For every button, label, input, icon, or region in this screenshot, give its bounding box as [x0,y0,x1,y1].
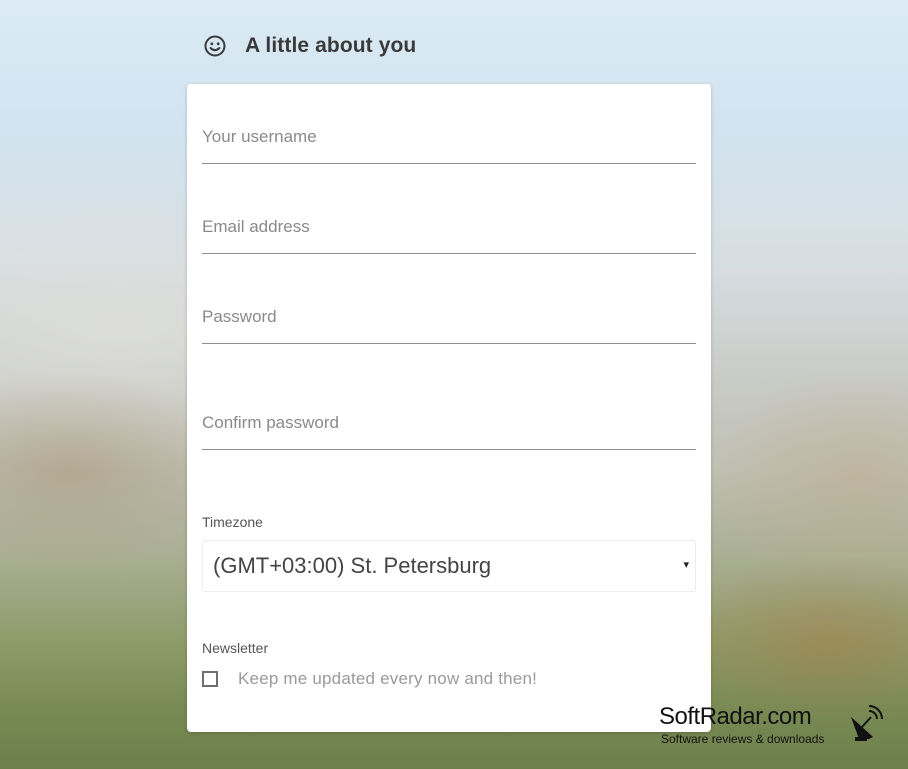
timezone-select[interactable]: (GMT+03:00) St. Petersburg ▾ [202,540,696,592]
watermark: SoftRadar.com Software reviews & downloa… [659,703,891,747]
timezone-label: Timezone [202,514,263,530]
confirm-password-input[interactable] [202,411,696,435]
timezone-selected-value: (GMT+03:00) St. Petersburg [213,553,492,578]
username-field-wrapper [202,125,696,164]
satellite-dish-icon [851,705,883,741]
confirm-password-field-wrapper [202,411,696,450]
newsletter-checkbox[interactable] [202,671,218,687]
page-title: A little about you [245,34,417,57]
password-input[interactable] [202,305,696,329]
email-field-wrapper [202,215,696,254]
smile-icon [204,35,226,57]
newsletter-label: Newsletter [202,640,269,656]
signup-card: Timezone (GMT+03:00) St. Petersburg ▾ Ne… [187,84,711,732]
page-background: A little about you Timezone (GMT+03:00) … [0,0,908,769]
section-header: A little about you [203,30,416,62]
username-input[interactable] [202,125,696,149]
caret-down-icon: ▾ [683,559,689,571]
watermark-title: SoftRadar.com [659,703,812,730]
password-field-wrapper [202,305,696,344]
newsletter-option: Keep me updated every now and then! [202,669,537,689]
newsletter-checkbox-label[interactable]: Keep me updated every now and then! [238,669,537,689]
watermark-subtitle: Software reviews & downloads [661,732,825,746]
email-input[interactable] [202,215,696,239]
